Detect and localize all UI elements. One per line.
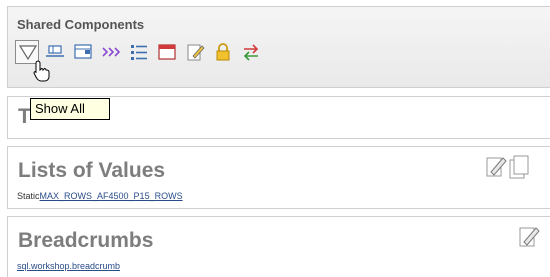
- panel-title: Breadcrumbs: [18, 229, 154, 252]
- breadcrumbs-button[interactable]: [99, 40, 123, 64]
- panel-actions: [486, 155, 530, 184]
- tabs-icon: [46, 45, 64, 57]
- breadcrumbs-icon: [102, 47, 121, 57]
- lov-type: Static: [17, 191, 40, 201]
- shared-components-region: Shared Components: [7, 6, 550, 88]
- window-icon: [158, 44, 176, 60]
- list-of-values-icon: [74, 44, 92, 59]
- panel-subtitle: sql.workshop.breadcrumb: [17, 261, 120, 271]
- swap-icon: [243, 44, 259, 61]
- swap-button[interactable]: [239, 40, 263, 64]
- panel-title: Lists of Values: [18, 159, 166, 182]
- security-button[interactable]: [211, 40, 235, 64]
- panel-subtitle: StaticMAX_ROWS_AF4500_P15_ROWS: [17, 191, 183, 201]
- panel-actions: [519, 225, 543, 254]
- lists-button[interactable]: [127, 40, 151, 64]
- edit-icon[interactable]: [486, 157, 507, 177]
- edit-button[interactable]: [183, 40, 207, 64]
- lists-of-values-button[interactable]: [71, 40, 95, 64]
- lists-icon: [131, 45, 147, 60]
- hand-cursor-icon: [33, 60, 50, 82]
- lists-of-values-panel: Lists of Values StaticMAX_ROWS_AF4500_P1…: [7, 146, 550, 209]
- region-title: Shared Components: [17, 17, 145, 32]
- lock-icon: [216, 43, 230, 61]
- edit-icon[interactable]: [519, 227, 540, 247]
- shared-components-toolbar: [15, 40, 267, 66]
- copy-icon[interactable]: [509, 155, 529, 179]
- edit-icon: [187, 44, 205, 61]
- breadcrumb-link[interactable]: sql.workshop.breadcrumb: [17, 261, 120, 271]
- breadcrumbs-panel: Breadcrumbs sql.workshop.breadcrumb: [7, 216, 550, 277]
- panel-title: T: [18, 105, 31, 128]
- lov-link[interactable]: MAX_ROWS_AF4500_P15_ROWS: [40, 191, 183, 201]
- templates-button[interactable]: [155, 40, 179, 64]
- show-all-tooltip: Show All: [30, 98, 110, 120]
